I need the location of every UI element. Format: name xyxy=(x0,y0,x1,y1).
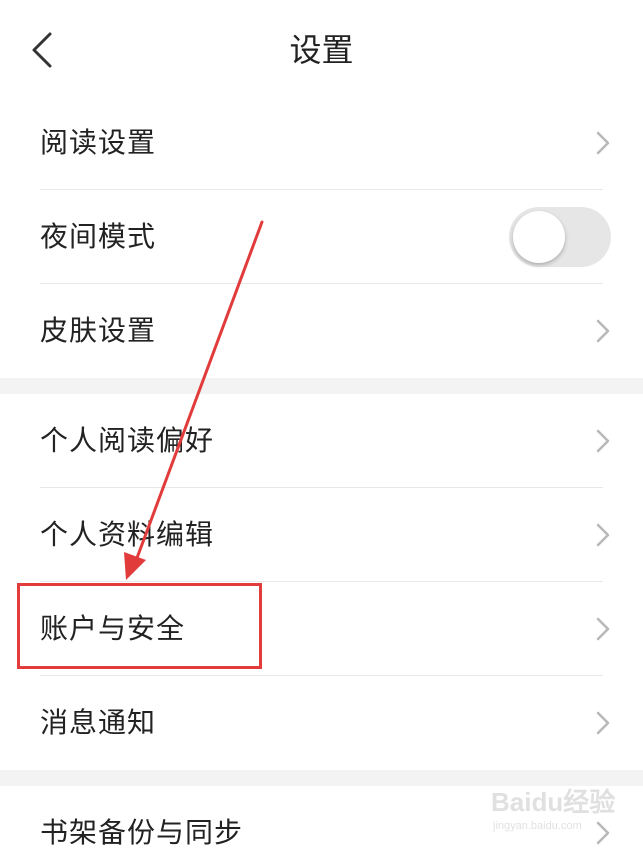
settings-item-label: 账户与安全 xyxy=(40,612,186,645)
top-bar: 设置 xyxy=(0,0,643,100)
settings-item-bookshelf-backup[interactable]: 书架备份与同步 xyxy=(0,786,643,857)
settings-item-label: 书架备份与同步 xyxy=(40,816,244,849)
settings-item-skin[interactable]: 皮肤设置 xyxy=(0,284,643,378)
chevron-right-icon xyxy=(596,617,610,641)
chevron-right-icon xyxy=(596,523,610,547)
settings-item-profile-edit[interactable]: 个人资料编辑 xyxy=(0,488,643,582)
settings-section-sync: 书架备份与同步 xyxy=(0,786,643,857)
toggle-knob xyxy=(513,211,565,263)
settings-item-account-security[interactable]: 账户与安全 xyxy=(0,582,643,676)
chevron-right-icon xyxy=(596,429,610,453)
settings-item-reading-preference[interactable]: 个人阅读偏好 xyxy=(0,394,643,488)
section-gap xyxy=(0,770,643,786)
settings-section-display: 阅读设置 夜间模式 皮肤设置 xyxy=(0,96,643,378)
settings-item-reading[interactable]: 阅读设置 xyxy=(0,96,643,190)
settings-section-account: 个人阅读偏好 个人资料编辑 账户与安全 消息通知 xyxy=(0,394,643,770)
settings-item-label: 个人资料编辑 xyxy=(40,518,215,551)
settings-item-label: 皮肤设置 xyxy=(40,314,157,347)
section-gap xyxy=(0,378,643,394)
settings-item-label: 夜间模式 xyxy=(40,220,157,253)
chevron-right-icon xyxy=(596,131,610,155)
settings-item-label: 个人阅读偏好 xyxy=(40,424,215,457)
chevron-right-icon xyxy=(596,821,610,845)
settings-item-label: 消息通知 xyxy=(40,706,157,739)
settings-item-notifications[interactable]: 消息通知 xyxy=(0,676,643,770)
night-mode-toggle[interactable] xyxy=(509,207,611,267)
settings-item-label: 阅读设置 xyxy=(40,126,157,159)
page-title: 设置 xyxy=(289,31,354,69)
chevron-right-icon xyxy=(596,319,610,343)
settings-item-night-mode: 夜间模式 xyxy=(0,190,643,284)
chevron-right-icon xyxy=(596,711,610,735)
